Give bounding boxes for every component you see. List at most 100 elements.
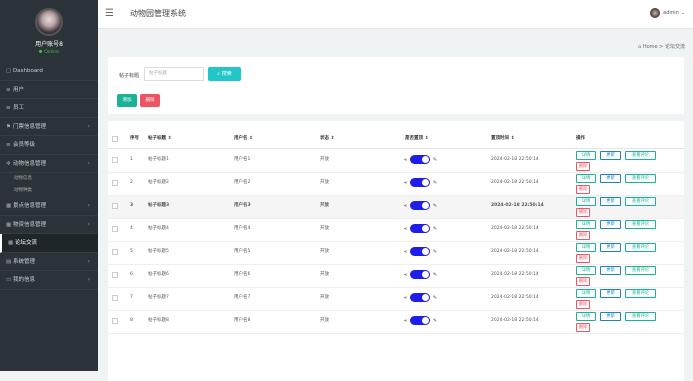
edit-icon[interactable]: ✎ bbox=[433, 295, 437, 301]
delete-button[interactable]: 删除 bbox=[576, 254, 590, 263]
row-checkbox[interactable] bbox=[112, 203, 118, 209]
row-checkbox[interactable] bbox=[112, 226, 118, 232]
sidebar-item-3[interactable]: ⚑ 门票信息管理 › bbox=[0, 118, 98, 136]
update-button[interactable]: 更新 bbox=[600, 243, 621, 252]
table-row[interactable]: 6 帖子标题6 用户名6 开放 ⪪ ✎ 2024-02-18 22:50:14 详情 更新 查看评… bbox=[108, 265, 684, 288]
search-input[interactable]: 帖子标题 bbox=[144, 67, 204, 81]
bulk-delete-button[interactable]: 删除 bbox=[140, 94, 160, 107]
breadcrumb-home[interactable]: Home bbox=[643, 44, 658, 50]
pin-toggle[interactable] bbox=[409, 155, 430, 164]
pin-toggle[interactable] bbox=[409, 270, 430, 279]
sidebar-item-label: 动物信息管理 bbox=[13, 160, 47, 167]
pin-toggle[interactable] bbox=[409, 224, 430, 233]
row-title: 帖子标题1 bbox=[148, 157, 169, 162]
pin-toggle[interactable] bbox=[409, 247, 430, 256]
update-button[interactable]: 更新 bbox=[600, 197, 621, 206]
status-text: Online bbox=[44, 50, 59, 55]
delete-button[interactable]: 删除 bbox=[576, 208, 590, 217]
sidebar-item-2[interactable]: ≡ 员工 bbox=[0, 99, 98, 118]
hamburger-icon[interactable]: ☰ bbox=[105, 9, 114, 19]
row-checkbox[interactable] bbox=[112, 157, 118, 163]
delete-button[interactable]: 删除 bbox=[576, 323, 590, 332]
view-comments-button[interactable]: 查看评论 bbox=[625, 220, 656, 229]
sidebar-item-0[interactable]: ▢ Dashboard bbox=[0, 62, 98, 81]
row-pin-time: 2024-02-18 22:50:14 bbox=[491, 157, 539, 162]
update-button[interactable]: 更新 bbox=[600, 312, 621, 321]
view-comments-button[interactable]: 查看评论 bbox=[625, 266, 656, 275]
edit-icon[interactable]: ✎ bbox=[433, 203, 437, 209]
detail-button[interactable]: 详情 bbox=[576, 243, 596, 252]
col-title[interactable]: 帖子标题 ⇕ bbox=[148, 129, 171, 149]
row-checkbox[interactable] bbox=[112, 249, 118, 255]
chevron-icon: › bbox=[87, 202, 90, 209]
edit-icon[interactable]: ✎ bbox=[433, 157, 437, 163]
detail-button[interactable]: 详情 bbox=[576, 174, 596, 183]
user-menu[interactable]: admin ⌄ bbox=[650, 8, 685, 18]
delete-button[interactable]: 删除 bbox=[576, 231, 590, 240]
view-comments-button[interactable]: 查看评论 bbox=[625, 312, 656, 321]
pin-toggle[interactable] bbox=[409, 316, 430, 325]
table-row[interactable]: 1 帖子标题1 用户名1 开放 ⪪ ✎ 2024-02-18 22:50:14 详情 更新 查看评… bbox=[108, 150, 684, 173]
delete-button[interactable]: 删除 bbox=[576, 277, 590, 286]
search-button[interactable]: ⌕ 搜索 bbox=[208, 67, 241, 81]
col-status[interactable]: 状态 ⇕ bbox=[320, 129, 334, 149]
pin-toggle[interactable] bbox=[409, 201, 430, 210]
update-button[interactable]: 更新 bbox=[600, 266, 621, 275]
sidebar-item-6[interactable]: ▦ 景点信息管理 › bbox=[0, 197, 98, 216]
edit-icon[interactable]: ✎ bbox=[433, 249, 437, 255]
sidebar-item-10[interactable]: ▭ 我的信息 › bbox=[0, 271, 98, 290]
edit-icon[interactable]: ✎ bbox=[433, 272, 437, 278]
sidebar-item-4[interactable]: ≡ 会员等级 bbox=[0, 136, 98, 155]
view-comments-button[interactable]: 查看评论 bbox=[625, 174, 656, 183]
detail-button[interactable]: 详情 bbox=[576, 151, 596, 160]
row-checkbox[interactable] bbox=[112, 318, 118, 324]
row-checkbox[interactable] bbox=[112, 295, 118, 301]
delete-button[interactable]: 删除 bbox=[576, 300, 590, 309]
col-pinned[interactable]: 是否置顶 ⇕ bbox=[405, 129, 428, 149]
update-button[interactable]: 更新 bbox=[600, 289, 621, 298]
delete-button[interactable]: 删除 bbox=[576, 162, 590, 171]
edit-icon[interactable]: ✎ bbox=[433, 180, 437, 186]
sidebar-item-1[interactable]: ≡ 用户 bbox=[0, 81, 98, 99]
detail-button[interactable]: 详情 bbox=[576, 289, 596, 298]
add-button[interactable]: 增加 bbox=[117, 94, 137, 107]
share-icon: ⪪ bbox=[404, 294, 407, 301]
sidebar-subitem-1[interactable]: 动物种类 bbox=[0, 185, 98, 197]
share-icon: ⪪ bbox=[404, 179, 407, 186]
table-row[interactable]: 2 帖子标题2 用户名2 开放 ⪪ ✎ 2024-02-18 22:50:14 详情 更新 查看评… bbox=[108, 173, 684, 196]
detail-button[interactable]: 详情 bbox=[576, 266, 596, 275]
view-comments-button[interactable]: 查看评论 bbox=[625, 243, 656, 252]
sidebar-item-7[interactable]: ▦ 物资信息管理 › bbox=[0, 216, 98, 234]
pin-toggle[interactable] bbox=[409, 293, 430, 302]
update-button[interactable]: 更新 bbox=[600, 174, 621, 183]
pin-toggle[interactable] bbox=[409, 178, 430, 187]
view-comments-button[interactable]: 查看评论 bbox=[625, 289, 656, 298]
table-row[interactable]: 4 帖子标题4 用户名4 开放 ⪪ ✎ 2024-02-18 22:50:14 详情 更新 查看评… bbox=[108, 219, 684, 242]
row-user: 用户名2 bbox=[234, 180, 251, 185]
sidebar-item-8[interactable]: ▦ 论坛交流 bbox=[0, 234, 98, 253]
table-row[interactable]: 3 帖子标题3 用户名3 开放 ⪪ ✎ 2024-02-18 22:50:14 详情 更新 查看评… bbox=[108, 196, 684, 219]
update-button[interactable]: 更新 bbox=[600, 151, 621, 160]
view-comments-button[interactable]: 查看评论 bbox=[625, 151, 656, 160]
select-all-checkbox[interactable] bbox=[112, 136, 118, 142]
detail-button[interactable]: 详情 bbox=[576, 312, 596, 321]
row-checkbox[interactable] bbox=[112, 180, 118, 186]
sidebar-item-9[interactable]: ▤ 系统管理 › bbox=[0, 253, 98, 271]
row-status: 开放 bbox=[320, 157, 329, 162]
avatar[interactable] bbox=[35, 8, 63, 36]
edit-icon[interactable]: ✎ bbox=[433, 226, 437, 232]
detail-button[interactable]: 详情 bbox=[576, 220, 596, 229]
detail-button[interactable]: 详情 bbox=[576, 197, 596, 206]
col-user[interactable]: 用户名 ⇕ bbox=[234, 129, 253, 149]
table-row[interactable]: 7 帖子标题7 用户名7 开放 ⪪ ✎ 2024-02-18 22:50:14 详情 更新 查看评… bbox=[108, 288, 684, 311]
edit-icon[interactable]: ✎ bbox=[433, 318, 437, 324]
row-checkbox[interactable] bbox=[112, 272, 118, 278]
update-button[interactable]: 更新 bbox=[600, 220, 621, 229]
col-pin-time[interactable]: 置顶时间 ⇕ bbox=[491, 129, 514, 149]
table-row[interactable]: 5 帖子标题5 用户名5 开放 ⪪ ✎ 2024-02-18 22:50:14 详情 更新 查看评… bbox=[108, 242, 684, 265]
sidebar-item-5[interactable]: ✲ 动物信息管理 › bbox=[0, 155, 98, 173]
sidebar-subitem-0[interactable]: 动物信息 bbox=[0, 173, 98, 185]
view-comments-button[interactable]: 查看评论 bbox=[625, 197, 656, 206]
delete-button[interactable]: 删除 bbox=[576, 185, 590, 194]
table-row[interactable]: 8 帖子标题8 用户名8 开放 ⪪ ✎ 2024-02-18 22:50:14 详情 更新 查看评… bbox=[108, 311, 684, 334]
